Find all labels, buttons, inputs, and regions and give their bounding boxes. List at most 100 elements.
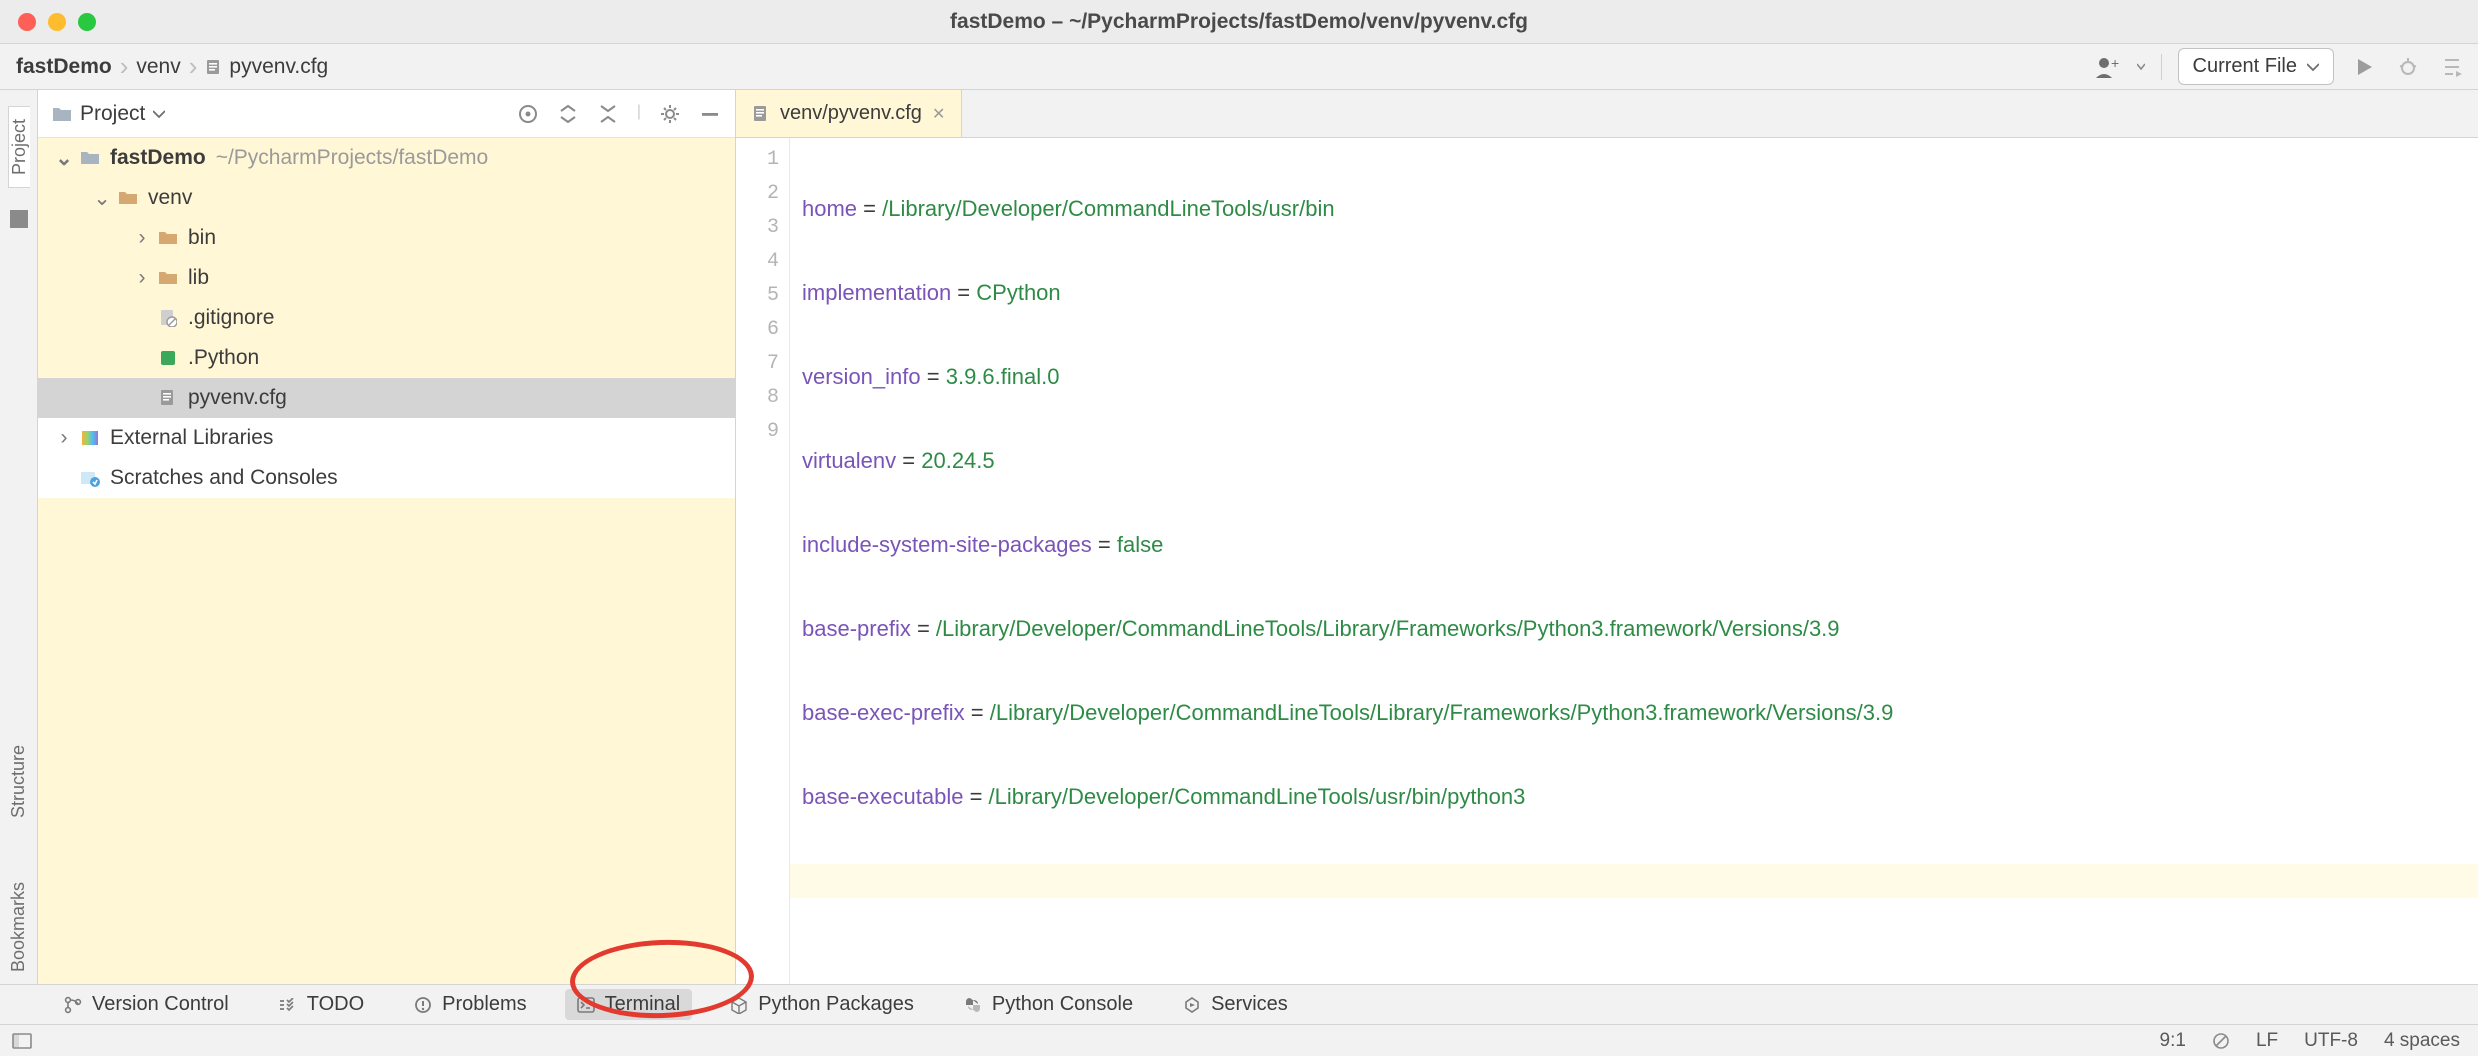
select-opened-file-icon[interactable] (517, 103, 539, 125)
close-tab-icon[interactable]: ✕ (932, 104, 945, 124)
line-number: 2 (736, 176, 789, 210)
todo-icon (279, 998, 297, 1012)
status-caret-position[interactable]: 9:1 (2160, 1030, 2186, 1052)
sidebar-tab-structure[interactable]: Structure (8, 733, 29, 830)
tool-problems[interactable]: Problems (402, 989, 538, 1020)
chevron-right-icon: › (132, 266, 152, 290)
tool-window-toggle[interactable] (12, 1033, 32, 1049)
breadcrumb-root-label: fastDemo (16, 55, 112, 79)
status-bar: 9:1 LF UTF-8 4 spaces (0, 1024, 2478, 1056)
run-configuration-selector[interactable]: Current File (2178, 48, 2334, 85)
gear-icon[interactable] (659, 103, 681, 125)
expand-all-icon[interactable] (557, 103, 579, 125)
status-line-separator[interactable]: LF (2256, 1030, 2278, 1052)
project-header: Project | (38, 90, 735, 138)
tree-root-name: fastDemo (110, 146, 206, 170)
breadcrumb-sep-icon: › (120, 51, 129, 82)
tool-terminal[interactable]: Terminal (565, 989, 693, 1020)
project-tree[interactable]: ⌄ fastDemo ~/PycharmProjects/fastDemo ⌄ … (38, 138, 735, 984)
status-encoding[interactable]: UTF-8 (2304, 1030, 2358, 1052)
chevron-down-icon: ⌄ (54, 146, 74, 171)
folder-icon (156, 270, 180, 286)
run-button[interactable] (2350, 53, 2378, 81)
line-number: 1 (736, 142, 789, 176)
python-icon (964, 996, 982, 1014)
tree-lib-folder[interactable]: › lib (38, 258, 735, 298)
tool-label: Problems (442, 993, 526, 1016)
tool-todo[interactable]: TODO (267, 989, 376, 1020)
folder-icon (78, 150, 102, 166)
project-tool-window: Project | ⌄ fastDemo ~/PycharmProjects/f… (38, 90, 736, 984)
project-toolbar: | (517, 103, 721, 125)
editor-content[interactable]: 1 2 3 4 5 6 7 8 9 home = /Library/Develo… (736, 138, 2478, 984)
chevron-right-icon: › (54, 426, 74, 450)
toolbar-actions: + Current File (2093, 48, 2466, 85)
file-icon (205, 58, 223, 76)
line-number: 4 (736, 244, 789, 278)
tree-bin-folder[interactable]: › bin (38, 218, 735, 258)
tree-project-root[interactable]: ⌄ fastDemo ~/PycharmProjects/fastDemo (38, 138, 735, 178)
hide-icon[interactable] (699, 103, 721, 125)
minimize-window-button[interactable] (48, 13, 66, 31)
tree-venv-folder[interactable]: ⌄ venv (38, 178, 735, 218)
editor-tab-pyvenv[interactable]: venv/pyvenv.cfg ✕ (736, 90, 962, 137)
code-view[interactable]: home = /Library/Developer/CommandLineToo… (790, 138, 2478, 984)
tool-label: Services (1211, 993, 1288, 1016)
sidebar-tab-project[interactable]: Project (8, 106, 30, 188)
breadcrumb-root[interactable]: fastDemo (16, 55, 112, 79)
file-icon (156, 389, 180, 407)
tool-services[interactable]: Services (1171, 989, 1300, 1020)
svg-text:+: + (2111, 55, 2119, 71)
dropdown-chevron-icon[interactable] (2137, 60, 2145, 74)
tree-python-file[interactable]: .Python (38, 338, 735, 378)
navigation-bar: fastDemo › venv › pyvenv.cfg + Current F… (0, 44, 2478, 90)
editor-area: venv/pyvenv.cfg ✕ 1 2 3 4 5 6 7 8 9 home… (736, 90, 2478, 984)
line-number: 8 (736, 380, 789, 414)
more-actions-button[interactable] (2438, 53, 2466, 81)
close-window-button[interactable] (18, 13, 36, 31)
zoom-window-button[interactable] (78, 13, 96, 31)
tool-label: Terminal (605, 993, 681, 1016)
project-title[interactable]: Project (52, 102, 165, 126)
chevron-down-icon (2307, 62, 2319, 72)
tree-pyvenv-file[interactable]: pyvenv.cfg (38, 378, 735, 418)
tree-item-label: Scratches and Consoles (110, 466, 338, 490)
tree-item-label: External Libraries (110, 426, 273, 450)
tree-item-label: venv (148, 186, 192, 210)
tool-version-control[interactable]: Version Control (52, 989, 241, 1020)
breadcrumb-file[interactable]: pyvenv.cfg (205, 55, 328, 79)
status-indent[interactable]: 4 spaces (2384, 1030, 2460, 1052)
tree-scratches[interactable]: Scratches and Consoles (38, 458, 735, 498)
collapse-all-icon[interactable] (597, 103, 619, 125)
project-rail-icon (10, 210, 28, 228)
line-number: 9 (736, 414, 789, 448)
breadcrumb-folder[interactable]: venv (136, 55, 180, 79)
sidebar-tab-bookmarks[interactable]: Bookmarks (8, 870, 29, 984)
tool-python-console[interactable]: Python Console (952, 989, 1145, 1020)
line-number: 5 (736, 278, 789, 312)
tree-item-label: bin (188, 226, 216, 250)
user-add-icon[interactable]: + (2093, 53, 2121, 81)
breadcrumb-file-label: pyvenv.cfg (229, 55, 328, 79)
traffic-lights (18, 13, 96, 31)
file-icon (752, 105, 770, 123)
left-tool-rail: Project Structure Bookmarks (0, 90, 38, 984)
tool-python-packages[interactable]: Python Packages (718, 989, 926, 1020)
chevron-down-icon (153, 109, 165, 119)
terminal-icon (577, 997, 595, 1013)
python-file-icon (156, 349, 180, 367)
status-readonly-icon[interactable] (2212, 1032, 2230, 1050)
tree-gitignore-file[interactable]: .gitignore (38, 298, 735, 338)
window-title: fastDemo – ~/PycharmProjects/fastDemo/ve… (950, 10, 1528, 34)
tree-external-libraries[interactable]: › External Libraries (38, 418, 735, 458)
folder-icon (156, 230, 180, 246)
debug-button[interactable] (2394, 53, 2422, 81)
problems-icon (414, 996, 432, 1014)
main-area: Project Structure Bookmarks Project | (0, 90, 2478, 984)
breadcrumb[interactable]: fastDemo › venv › pyvenv.cfg (16, 51, 328, 82)
packages-icon (730, 996, 748, 1014)
editor-gutter: 1 2 3 4 5 6 7 8 9 (736, 138, 790, 984)
libraries-icon (78, 431, 102, 445)
file-icon (156, 309, 180, 327)
services-icon (1183, 996, 1201, 1014)
